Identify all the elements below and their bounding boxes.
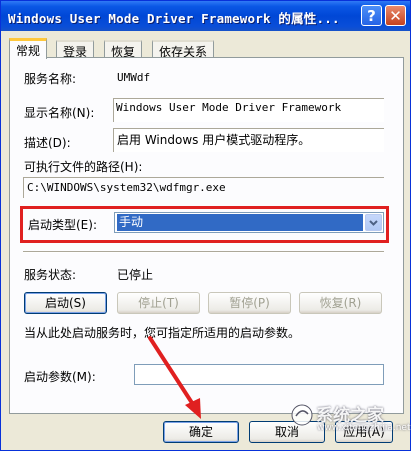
start-params-label: 启动参数(M): — [24, 370, 96, 384]
tab-dependencies[interactable]: 依存关系 — [152, 40, 215, 59]
watermark-logo-icon — [291, 404, 313, 426]
stop-button[interactable]: 停止(T) — [117, 292, 200, 314]
description-field[interactable]: 启用 Windows 用户模式驱动程序。 — [113, 128, 384, 152]
startup-type-select[interactable]: 手动 — [114, 212, 384, 233]
start-params-hint: 当从此处启动服务时，您可指定所适用的启动参数。 — [24, 326, 301, 340]
description-value: 启用 Windows 用户模式驱动程序。 — [117, 133, 311, 147]
ok-button[interactable]: 确定 — [163, 421, 239, 443]
display-name-value: Windows User Mode Driver Framework — [116, 101, 342, 114]
watermark: 系统之家 www.xitongzhijia.net — [290, 399, 410, 439]
window-title: Windows User Mode Driver Framework 的属性..… — [8, 11, 340, 26]
service-name-value: UMWdf — [117, 71, 151, 84]
service-status-label: 服务状态: — [24, 268, 77, 282]
start-button[interactable]: 启动(S) — [24, 292, 107, 314]
pause-button[interactable]: 暂停(P) — [208, 292, 291, 314]
service-status-value: 已停止 — [117, 268, 154, 282]
display-name-field[interactable]: Windows User Mode Driver Framework — [113, 98, 384, 122]
service-name-label: 服务名称: — [24, 72, 77, 86]
start-params-input[interactable] — [134, 364, 384, 385]
startup-type-label: 启动类型(E): — [28, 218, 97, 232]
tab-logon[interactable]: 登录 — [56, 40, 95, 59]
exe-path-label: 可执行文件的路径(H): — [24, 160, 143, 174]
dropdown-arrow-button[interactable] — [365, 214, 382, 231]
close-icon: ✕ — [389, 6, 402, 25]
startup-type-value: 手动 — [117, 214, 363, 231]
tab-general[interactable]: 常规 — [9, 38, 48, 59]
description-label: 描述(D): — [24, 136, 71, 150]
help-button[interactable]: ? — [361, 5, 382, 26]
close-button[interactable]: ✕ — [385, 5, 406, 26]
exe-path-value: C:\WINDOWS\system32\wdfmgr.exe — [27, 181, 226, 194]
properties-dialog: Windows User Mode Driver Framework 的属性..… — [0, 0, 411, 451]
resume-button[interactable]: 恢复(R) — [299, 292, 382, 314]
tab-recovery[interactable]: 恢复 — [104, 40, 143, 59]
watermark-url: www.xitongzhijia.net — [317, 423, 411, 433]
exe-path-field[interactable]: C:\WINDOWS\system32\wdfmgr.exe — [23, 177, 384, 198]
title-bar[interactable]: Windows User Mode Driver Framework 的属性..… — [1, 1, 410, 31]
chevron-down-icon — [369, 219, 378, 226]
separator-line — [23, 251, 384, 253]
display-name-label: 显示名称(N): — [24, 106, 95, 120]
